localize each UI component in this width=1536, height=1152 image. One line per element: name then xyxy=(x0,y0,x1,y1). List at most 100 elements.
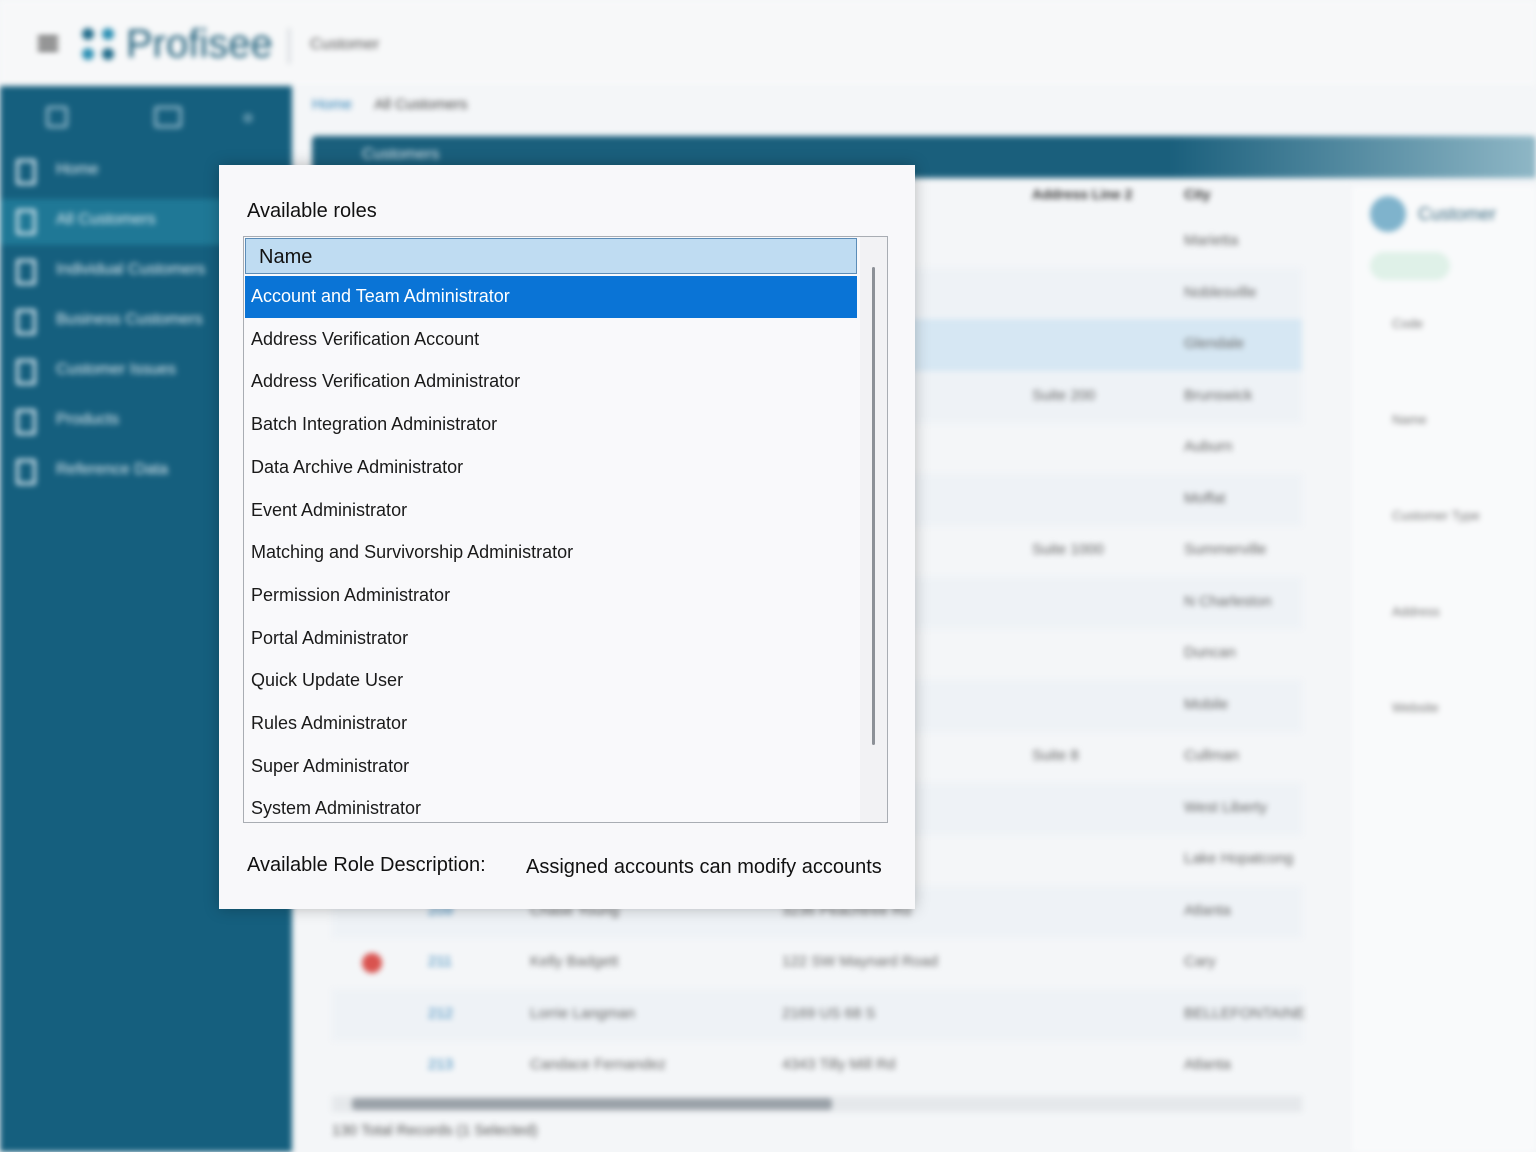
role-name: Data Archive Administrator xyxy=(251,456,464,477)
document-icon xyxy=(16,209,36,235)
role-list-item[interactable]: System Administrator xyxy=(245,788,857,822)
hamburger-menu-icon[interactable] xyxy=(38,36,58,52)
city-cell: Moffat xyxy=(1184,489,1226,507)
column-header-address-line-2[interactable]: Address Line 2 xyxy=(1032,186,1132,202)
role-list-item[interactable]: Quick Update User xyxy=(245,660,857,702)
role-description-value: Assigned accounts can modify accounts xyxy=(526,856,882,878)
scrollbar-thumb[interactable] xyxy=(872,267,875,745)
role-list-item[interactable]: Portal Administrator xyxy=(245,618,857,660)
collapse-icon[interactable] xyxy=(244,114,252,122)
sidebar-item-label: Business Customers xyxy=(56,311,203,328)
customer-name-cell: Lorrie Langman xyxy=(530,1004,636,1022)
sidebar-item-label: Products xyxy=(56,411,120,428)
header-divider xyxy=(288,28,290,64)
role-name: Permission Administrator xyxy=(251,584,451,605)
document-icon xyxy=(16,359,36,385)
city-cell: Atlanta xyxy=(1184,1056,1231,1073)
role-name: Batch Integration Administrator xyxy=(251,414,498,435)
detail-label-code: Code xyxy=(1392,316,1424,331)
top-bar: Profisee Customer xyxy=(0,0,1536,86)
role-name: Event Administrator xyxy=(251,499,408,520)
sidebar-toolbar xyxy=(0,86,292,144)
available-roles-dialog: Available roles Name Account and Team Ad… xyxy=(219,165,915,909)
customer-id-link[interactable]: 211 xyxy=(428,953,452,970)
role-name: Portal Administrator xyxy=(251,627,409,648)
role-description-label: Available Role Description: xyxy=(247,854,486,876)
address-line-2-cell: Suite 1000 xyxy=(1032,541,1104,558)
role-list-item[interactable]: Super Administrator xyxy=(245,746,857,788)
horizontal-scrollbar[interactable] xyxy=(332,1096,1302,1112)
role-list-item[interactable]: Rules Administrator xyxy=(245,703,857,745)
city-cell: Mobile xyxy=(1184,695,1229,713)
role-name: Rules Administrator xyxy=(251,713,408,733)
sidebar-item-label: Individual Customers xyxy=(56,261,206,278)
breadcrumb-current: All Customers xyxy=(374,96,468,113)
profisee-logo-icon xyxy=(82,28,118,64)
city-cell: Noblesville xyxy=(1184,283,1257,301)
detail-label-address: Address xyxy=(1392,604,1440,619)
role-list-item[interactable]: Address Verification Account xyxy=(245,319,857,361)
detail-panel: Customer Code Name Customer Type Address… xyxy=(1352,186,1536,1152)
customer-name-cell: Candace Fernandez xyxy=(530,1056,666,1073)
city-cell: Brunswick xyxy=(1184,386,1253,404)
detail-label-customer-type: Customer Type xyxy=(1392,508,1480,523)
vertical-scrollbar[interactable] xyxy=(860,237,887,822)
document-icon xyxy=(16,159,36,185)
city-cell: Duncan xyxy=(1184,644,1236,661)
table-row[interactable]: 213 Candace Fernandez 4343 Tilly Mill Rd At… xyxy=(332,1040,1302,1092)
city-cell: Atlanta xyxy=(1184,901,1231,919)
table-row[interactable]: 212 Lorrie Langman 2169 US 68 S BELLEFONTAI… xyxy=(332,988,1306,1041)
issue-flag-icon xyxy=(362,953,382,973)
customer-id-link[interactable]: 212 xyxy=(428,1005,453,1022)
role-list-item[interactable]: Matching and Survivorship Administrator xyxy=(245,532,857,574)
table-row[interactable]: 211 Kelly Badgett 122 SW Maynard Road Cary xyxy=(332,937,1302,989)
column-header-city[interactable]: City xyxy=(1184,186,1210,202)
city-cell: Cullman xyxy=(1184,747,1240,764)
document-icon xyxy=(16,259,36,285)
status-badge xyxy=(1370,252,1450,280)
role-name: Address Verification Account xyxy=(251,328,480,349)
role-name: Matching and Survivorship Administrator xyxy=(251,542,574,563)
city-cell: Marietta xyxy=(1184,232,1239,249)
breadcrumb-home-link[interactable]: Home xyxy=(312,96,352,113)
dashboard-icon[interactable] xyxy=(154,106,182,128)
customer-id-link[interactable]: 213 xyxy=(428,1056,453,1073)
role-name: Quick Update User xyxy=(251,670,404,691)
city-cell: Cary xyxy=(1184,953,1216,970)
list-view-icon[interactable] xyxy=(46,106,68,128)
breadcrumb: Home All Customers xyxy=(312,96,468,113)
role-name: Address Verification Administrator xyxy=(251,371,521,392)
sidebar-item-label: Home xyxy=(56,161,99,178)
dialog-title: Available roles xyxy=(247,200,377,222)
role-name: System Administrator xyxy=(251,798,422,819)
detail-title: Customer xyxy=(1418,204,1497,224)
address-line-2-cell: Suite 200 xyxy=(1032,386,1096,404)
role-list-item[interactable]: Permission Administrator xyxy=(245,575,857,617)
role-list-item[interactable]: Account and Team Administrator xyxy=(245,276,857,318)
role-name: Super Administrator xyxy=(251,755,410,776)
record-count: 130 Total Records (1 Selected) xyxy=(332,1122,538,1139)
role-list-item[interactable]: Event Administrator xyxy=(245,490,857,532)
city-cell: Glendale xyxy=(1184,335,1245,352)
city-cell: BELLEFONTAINE xyxy=(1184,1004,1306,1022)
role-list-item[interactable]: Data Archive Administrator xyxy=(245,447,857,489)
name-column-header[interactable]: Name xyxy=(245,238,857,274)
city-cell: Lake Hopatcong xyxy=(1184,850,1294,867)
document-icon xyxy=(16,309,36,335)
role-list-item[interactable]: Address Verification Administrator xyxy=(245,361,857,403)
city-cell: Summerville xyxy=(1184,541,1267,558)
scrollbar-thumb[interactable] xyxy=(352,1098,832,1110)
roles-list[interactable]: Name Account and Team Administrator Addre… xyxy=(243,236,888,823)
city-cell: Auburn xyxy=(1184,438,1233,455)
address-cell: 2169 US 68 S xyxy=(782,1004,876,1022)
sidebar-item-label: All Customers xyxy=(56,211,156,228)
logo-text: Profisee xyxy=(126,22,273,66)
address-cell: 4343 Tilly Mill Rd xyxy=(782,1056,896,1073)
detail-label-website: Website xyxy=(1392,700,1439,715)
document-icon xyxy=(16,409,36,435)
address-cell: 122 SW Maynard Road xyxy=(782,953,938,970)
document-icon xyxy=(16,459,36,485)
role-list-item[interactable]: Batch Integration Administrator xyxy=(245,404,857,446)
address-line-2-cell: Suite 8 xyxy=(1032,747,1079,764)
city-cell: West Liberty xyxy=(1184,798,1268,816)
